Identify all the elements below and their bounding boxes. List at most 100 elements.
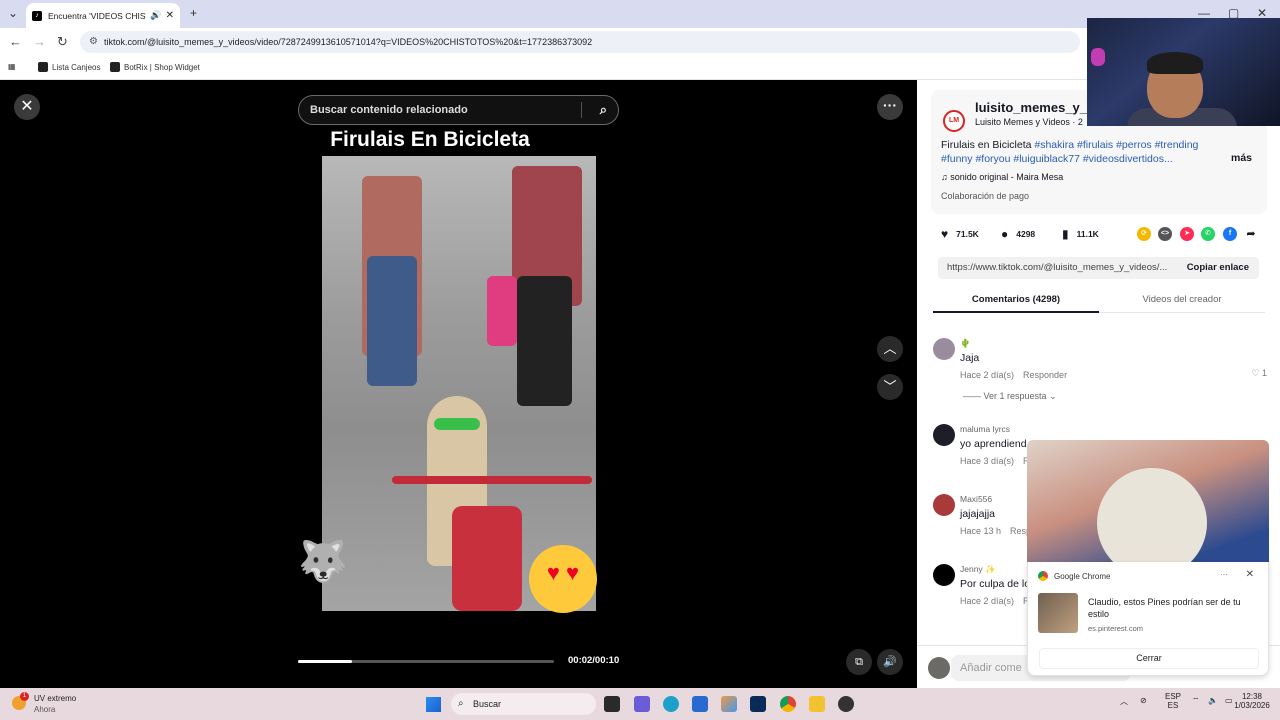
like-button[interactable]: ♥ 71.5K: [941, 227, 979, 241]
new-tab-icon[interactable]: +: [190, 6, 197, 20]
previous-video-button[interactable]: ︿: [877, 336, 903, 362]
photoshop-icon[interactable]: [750, 696, 766, 712]
chrome-taskbar-icon[interactable]: [780, 696, 796, 712]
comment-text: Por culpa de lo: [960, 578, 1031, 590]
progress-bar[interactable]: [298, 660, 554, 663]
video-title: Firulais En Bicicleta: [330, 128, 530, 151]
dog-sunglasses: [434, 418, 480, 430]
volume-tray-icon[interactable]: 🔈: [1208, 696, 1218, 705]
search-placeholder: Buscar contenido relacionado: [310, 104, 468, 116]
notification-image-ball: [1097, 468, 1207, 562]
commenter-name[interactable]: 🌵: [960, 338, 971, 349]
bookmark-lista-canjeos[interactable]: Lista Canjeos: [38, 62, 100, 72]
store-icon[interactable]: [692, 696, 708, 712]
taskbar-search-input[interactable]: ⌕ Buscar: [451, 693, 596, 715]
bookmark-label: Lista Canjeos: [52, 62, 101, 72]
share-arrow-icon[interactable]: ➦: [1244, 227, 1258, 241]
comment-time: Hace 13 h: [960, 526, 1002, 536]
more-link[interactable]: más: [1231, 152, 1252, 164]
more-options-button[interactable]: ···: [877, 94, 903, 120]
next-video-button[interactable]: ﹀: [877, 374, 903, 400]
comment-text: Jaja: [960, 352, 980, 364]
send-icon[interactable]: ➤: [1180, 227, 1194, 241]
tab-close-icon[interactable]: ✕: [166, 10, 174, 21]
notification-more-icon[interactable]: ···: [1220, 570, 1228, 579]
music-note-icon: ♫: [941, 172, 951, 182]
comment-like-button[interactable]: ♡ 1: [1251, 368, 1267, 379]
close-player-button[interactable]: ✕: [14, 94, 40, 120]
clock-date: 1/03/2026: [1234, 701, 1270, 710]
edge-icon[interactable]: [663, 696, 679, 712]
url-field[interactable]: ⚙ tiktok.com/@luisito_memes_y_videos/vid…: [80, 31, 1080, 53]
obs-icon[interactable]: [838, 696, 854, 712]
language-indicator[interactable]: ESP ES: [1165, 692, 1181, 710]
embed-icon[interactable]: <>: [1158, 227, 1172, 241]
save-button[interactable]: ▮ 11.1K: [1062, 227, 1099, 241]
notification-image[interactable]: [1027, 440, 1269, 562]
heart-eyes-emoji-icon: ♥ ♥: [529, 545, 597, 613]
task-view-icon[interactable]: [604, 696, 620, 712]
comment-time: Hace 2 día(s): [960, 370, 1015, 380]
sound-row[interactable]: ♫ sonido original - Maira Mesa: [941, 172, 1063, 182]
forward-icon[interactable]: →: [33, 34, 46, 49]
commenter-avatar[interactable]: [933, 424, 955, 446]
comments-button[interactable]: ● 4298: [1001, 227, 1035, 241]
related-search-input[interactable]: Buscar contenido relacionado ⌕: [298, 95, 619, 125]
copy-link-button[interactable]: Copiar enlace: [1187, 257, 1249, 279]
taskbar: 1 UV extremo Ahora ⌕ Buscar ︿ ⊘ ESP ES ⌔…: [0, 688, 1280, 720]
site-info-icon[interactable]: ⚙: [89, 31, 98, 53]
volume-button[interactable]: 🔊: [877, 649, 903, 675]
whatsapp-icon[interactable]: ✆: [1201, 227, 1215, 241]
tab-creator-videos[interactable]: Videos del creador: [1099, 294, 1265, 305]
paid-partnership-label: Colaboración de pago: [941, 191, 1030, 201]
speaker-icon[interactable]: 🔊: [150, 10, 161, 21]
facebook-icon[interactable]: f: [1223, 227, 1237, 241]
time-label: 00:02/00:10: [568, 655, 620, 666]
teams-icon[interactable]: [634, 696, 650, 712]
notification-body[interactable]: Claudio, estos Pines podrían ser de tu e…: [1088, 596, 1260, 620]
comment-item: 🌵 Jaja Hace 2 día(s) Responder ♡ 1: [933, 338, 1273, 388]
bookmark-botrix[interactable]: BotRix | Shop Widget: [110, 62, 200, 72]
commenter-avatar[interactable]: [933, 494, 955, 516]
commenter-avatar[interactable]: [933, 338, 955, 360]
tray-network-off-icon[interactable]: ⊘: [1140, 696, 1147, 705]
like-count: 71.5K: [956, 229, 979, 239]
apps-grid-icon[interactable]: ▦: [8, 62, 16, 71]
progress-fill: [298, 660, 352, 663]
floating-player-button[interactable]: ⧉: [846, 649, 872, 675]
tab-title: Encuentra 'VIDEOS CHISTO: [48, 10, 147, 21]
reload-icon[interactable]: ↻: [57, 34, 68, 50]
language-code: ESP: [1165, 692, 1182, 701]
commenter-avatar[interactable]: [933, 564, 955, 586]
share-link-url[interactable]: https://www.tiktok.com/@luisito_memes_y_…: [947, 257, 1173, 279]
commenter-name[interactable]: Jenny ✨: [960, 564, 996, 575]
repost-icon[interactable]: ⟳: [1137, 227, 1151, 241]
side-tabs: Comentarios (4298) Videos del creador: [933, 288, 1265, 313]
search-divider: [581, 102, 582, 118]
comment-time: Hace 2 día(s): [960, 596, 1015, 606]
tab-comments[interactable]: Comentarios (4298): [933, 294, 1099, 305]
reply-button[interactable]: Responder: [1023, 370, 1067, 380]
tiktok-favicon-icon: ♪: [32, 10, 42, 21]
bike-handlebar: [392, 476, 592, 484]
action-row: ♥ 71.5K ● 4298 ▮ 11.1K ⟳ <> ➤ ✆ f ➦: [941, 227, 1271, 245]
tab-search-icon[interactable]: ⌄: [8, 6, 18, 20]
copilot-icon[interactable]: [721, 696, 737, 712]
comment-text: yo aprendiend: [960, 438, 1027, 450]
commenter-name[interactable]: maluma lyrcs: [960, 424, 1010, 434]
view-replies-button[interactable]: —— Ver 1 respuesta ⌄: [963, 391, 1057, 402]
bike-frame: [452, 506, 522, 611]
browser-tab[interactable]: ♪ Encuentra 'VIDEOS CHISTO 🔊 ✕: [26, 3, 180, 28]
windows-start-icon[interactable]: [426, 697, 441, 712]
tray-chevron-icon[interactable]: ︿: [1120, 696, 1128, 707]
search-icon[interactable]: ⌕: [600, 96, 607, 124]
commenter-name[interactable]: Maxi556: [960, 494, 992, 504]
author-avatar[interactable]: LM: [943, 110, 965, 132]
back-icon[interactable]: ←: [9, 34, 22, 49]
clock[interactable]: 12:38 1/03/2026: [1230, 692, 1274, 710]
wifi-icon[interactable]: ⌔: [1192, 696, 1200, 706]
notification-close-icon[interactable]: ✕: [1246, 569, 1254, 580]
file-explorer-icon[interactable]: [809, 696, 825, 712]
taskbar-search-label: Buscar: [473, 699, 502, 709]
notification-dismiss-button[interactable]: Cerrar: [1039, 648, 1259, 669]
